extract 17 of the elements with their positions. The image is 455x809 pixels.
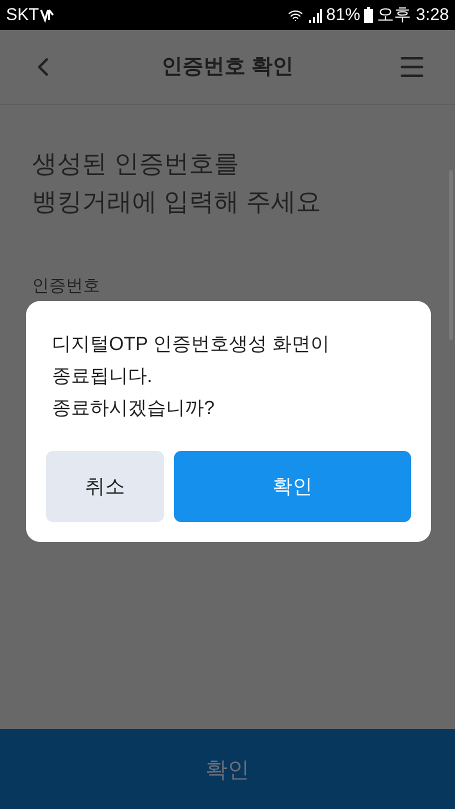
battery-percent: 81% bbox=[326, 4, 360, 26]
dialog-message: 종료하시겠습니까? bbox=[52, 397, 216, 421]
volte-icon bbox=[40, 7, 56, 23]
instruction-text: 뱅킹거래에 입력해 주세요 bbox=[32, 187, 322, 218]
confirm-button[interactable]: 확인 bbox=[174, 451, 411, 522]
signal-icon bbox=[308, 8, 322, 22]
dialog-message: 디지털OTP 인증번호생성 화면이 bbox=[52, 333, 330, 357]
battery-icon bbox=[364, 7, 374, 23]
carrier-label: SKT bbox=[6, 4, 40, 26]
field-label: 인증번호 bbox=[31, 275, 101, 297]
status-time: 오후 3:28 bbox=[377, 4, 449, 26]
bottom-confirm-button[interactable]: 확인 bbox=[0, 729, 455, 809]
header-title: 인증번호 확인 bbox=[162, 54, 294, 80]
dialog-message: 종료됩니다. bbox=[52, 365, 154, 389]
instruction-text: 생성된 인증번호를 bbox=[32, 149, 240, 180]
wifi-icon bbox=[288, 8, 304, 22]
cancel-button[interactable]: 취소 bbox=[46, 451, 164, 522]
